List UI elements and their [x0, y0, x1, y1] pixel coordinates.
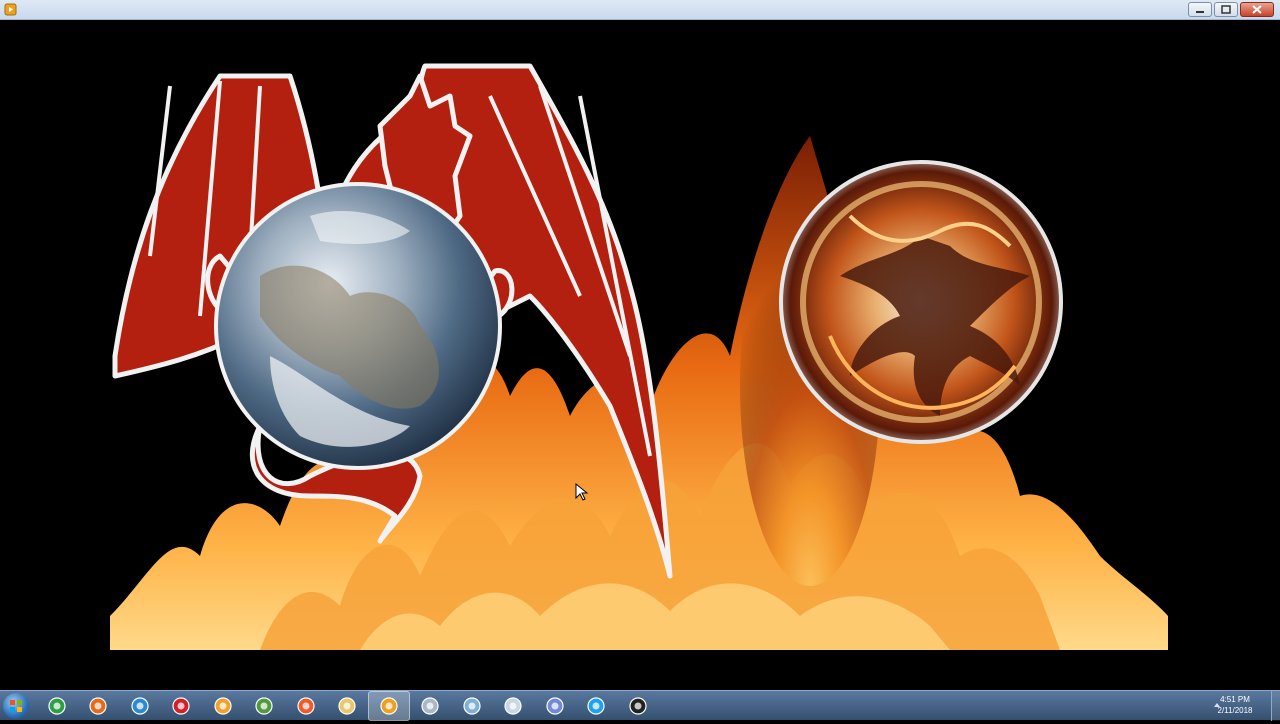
clock-date: 2/11/2018: [1217, 706, 1253, 715]
notepad-icon: [463, 697, 481, 715]
taskbar: 4:51 PM 2/11/2018: [0, 690, 1280, 721]
opera-icon: [172, 697, 190, 715]
taskbar-item-media-player[interactable]: [368, 691, 410, 721]
taskbar-item-obs[interactable]: [617, 691, 659, 721]
phoenix-emblem: [779, 160, 1063, 444]
chrome-icon: [48, 697, 66, 715]
taskbar-item-discord[interactable]: [534, 691, 576, 721]
chromium-icon: [214, 697, 232, 715]
obs-icon: [629, 697, 647, 715]
discord-icon: [546, 697, 564, 715]
paint-icon: [504, 697, 522, 715]
taskbar-item-calculator[interactable]: [410, 691, 452, 721]
minimize-icon: [1196, 10, 1204, 13]
minimize-button[interactable]: [1188, 2, 1212, 17]
clock-time: 4:51 PM: [1220, 695, 1250, 704]
taskbar-item-paint[interactable]: [493, 691, 535, 721]
calculator-icon: [421, 697, 439, 715]
taskbar-item-skype[interactable]: [576, 691, 618, 721]
maximize-icon: [1221, 5, 1231, 14]
close-icon: [1252, 5, 1262, 14]
close-button[interactable]: [1240, 2, 1274, 17]
globe-browser-icon: [255, 697, 273, 715]
brave-icon: [297, 697, 315, 715]
show-desktop-button[interactable]: [1271, 691, 1280, 721]
taskbar-item-chromium[interactable]: [202, 691, 244, 721]
maximize-button[interactable]: [1214, 2, 1238, 17]
internet-explorer-icon: [131, 697, 149, 715]
firefox-icon: [89, 697, 107, 715]
video-stage[interactable]: [0, 20, 1280, 688]
taskbar-item-opera[interactable]: [161, 691, 203, 721]
taskbar-item-chrome[interactable]: [36, 691, 78, 721]
earth-globe: [214, 182, 502, 470]
tray-clock[interactable]: 4:51 PM 2/11/2018: [1200, 694, 1270, 718]
taskbar-item-notepad[interactable]: [451, 691, 493, 721]
taskbar-pinned-apps: [36, 691, 659, 721]
taskbar-item-file-explorer[interactable]: [327, 691, 369, 721]
file-explorer-icon: [338, 697, 356, 715]
taskbar-item-internet-explorer[interactable]: [119, 691, 161, 721]
app-icon: [4, 3, 17, 16]
media-player-icon: [380, 697, 398, 715]
taskbar-item-globe-browser[interactable]: [244, 691, 286, 721]
taskbar-item-firefox[interactable]: [78, 691, 120, 721]
window-title-bar[interactable]: [0, 0, 1280, 20]
taskbar-item-brave[interactable]: [285, 691, 327, 721]
windows-start-icon: [10, 700, 22, 712]
skype-icon: [587, 697, 605, 715]
slide-artwork: [110, 56, 1168, 650]
windows-start-button[interactable]: [3, 693, 29, 719]
